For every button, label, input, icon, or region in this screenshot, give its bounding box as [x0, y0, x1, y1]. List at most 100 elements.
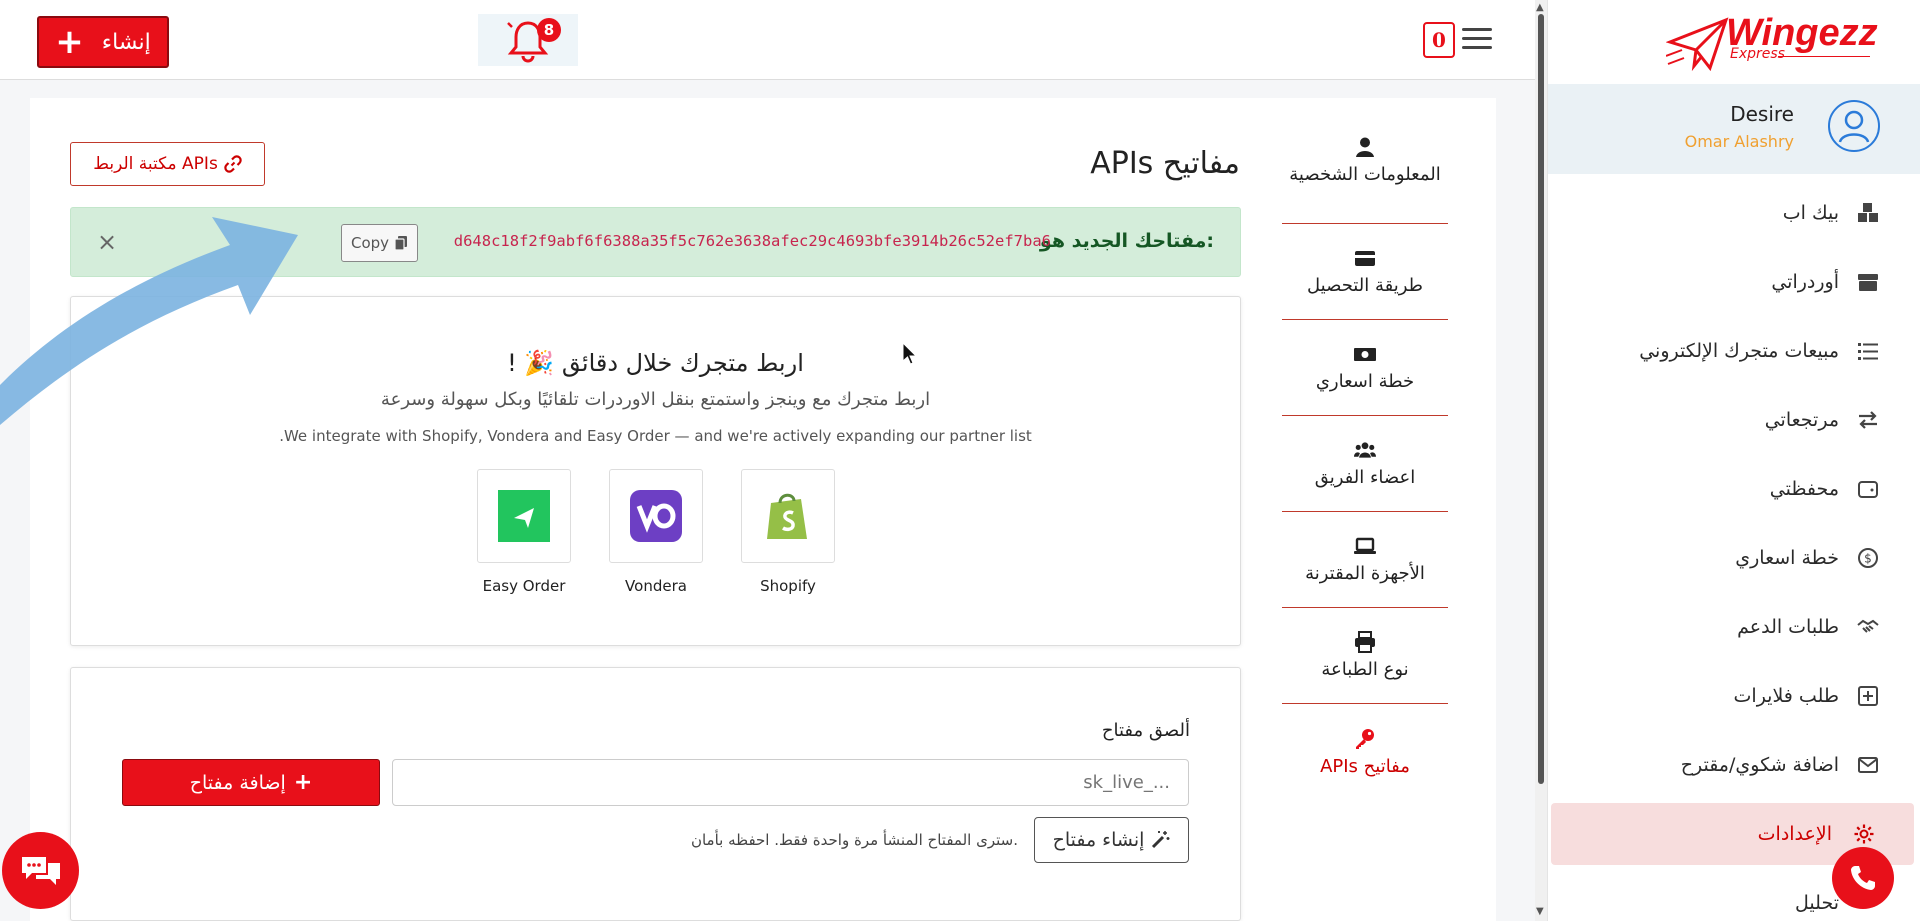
phone-icon: [1851, 866, 1875, 890]
page-title: APIs مفاتيح: [1090, 146, 1240, 181]
copy-button-label: Copy: [350, 234, 390, 252]
sidebar-item-pickup[interactable]: بيك اب: [1548, 178, 1920, 247]
new-key-alert-label: مفتاحك الجديد هو:: [1039, 230, 1214, 252]
settings-item-label: طريقة التحصيل: [1307, 275, 1423, 296]
laptop-icon: [1354, 537, 1376, 554]
settings-item-label: اعضاء الفريق: [1314, 467, 1416, 488]
sidebar-item-wallet[interactable]: محفظتي: [1548, 454, 1920, 523]
sidebar-item-label: مرتجعاتي: [1764, 408, 1839, 431]
partner-name: Easy Order: [482, 577, 566, 595]
api-library-button[interactable]: مكتبة الربط APIs: [70, 142, 265, 186]
generate-key-button[interactable]: إنشاء مفتاح: [1034, 817, 1189, 863]
sidebar-item-label: بيك اب: [1782, 201, 1839, 224]
sidebar-item-label: محفظتي: [1769, 477, 1839, 500]
scroll-up-icon[interactable]: ▲: [1536, 2, 1544, 13]
add-key-button[interactable]: إضافة مفتاح +: [122, 759, 380, 806]
mouse-cursor-icon: [902, 342, 918, 365]
partner-easy-order[interactable]: Easy Order: [477, 469, 571, 595]
decorative-arrow: [0, 217, 298, 425]
settings-item-label: نوع الطباعة: [1321, 659, 1409, 680]
notification-count-badge: 8: [537, 18, 561, 42]
user-subtitle: Omar Alashry: [1684, 132, 1794, 151]
settings-item-personal-info[interactable]: المعلومات الشخصية: [1282, 98, 1448, 224]
user-profile[interactable]: Desire Omar Alashry: [1548, 84, 1920, 174]
boxes-icon: [1858, 203, 1878, 222]
call-button[interactable]: [1832, 847, 1894, 909]
settings-item-api-keys[interactable]: APIs مفاتيح: [1282, 704, 1448, 800]
api-key-input[interactable]: [392, 759, 1189, 806]
vondera-icon: [630, 490, 682, 542]
handshake-icon: [1857, 619, 1879, 633]
svg-text:$: $: [1864, 552, 1872, 566]
chat-icon: [21, 856, 60, 885]
sidebar-item-store-sales[interactable]: مبيعات متجرك الإلكتروني: [1548, 316, 1920, 385]
cart-count-badge[interactable]: 0: [1423, 22, 1455, 58]
wallet-icon: [1858, 481, 1878, 498]
dollar-circle-icon: $: [1858, 548, 1878, 568]
sidebar-item-label: أوردراتي: [1771, 270, 1839, 293]
copy-key-button[interactable]: Copy: [341, 224, 418, 262]
generate-key-button-label: إنشاء مفتاح: [1052, 829, 1145, 851]
add-key-button-label: إضافة مفتاح: [189, 771, 286, 794]
plus-icon: +: [293, 770, 313, 795]
settings-item-label: خطة اسعاري: [1315, 371, 1415, 392]
logo[interactable]: Wingezz Express: [1628, 10, 1888, 74]
paste-key-label: ألصق مفتاح: [1101, 720, 1190, 741]
users-icon: [1354, 442, 1376, 458]
sidebar-item-returns[interactable]: مرتجعاتي: [1548, 385, 1920, 454]
copy-icon: [394, 236, 408, 251]
top-bar: + إنشاء 8 0: [0, 0, 1535, 80]
scroll-down-icon[interactable]: ▼: [1536, 906, 1544, 917]
shopify-logo: [741, 469, 835, 563]
sidebar-item-label: طلب فلايرات: [1733, 684, 1839, 707]
menu-toggle-icon[interactable]: [1462, 24, 1492, 54]
create-button[interactable]: + إنشاء: [37, 16, 169, 68]
settings-item-team-members[interactable]: اعضاء الفريق: [1282, 416, 1448, 512]
sidebar-item-orders[interactable]: أوردراتي: [1548, 247, 1920, 316]
easy-order-logo: [477, 469, 571, 563]
plus-icon: +: [55, 22, 84, 62]
sidebar-item-complaints[interactable]: اضافة شكوي/مقترح: [1548, 730, 1920, 799]
settings-menu: المعلومات الشخصية طريقة التحصيل خطة اسعا…: [1282, 98, 1448, 800]
easy-order-icon: [498, 490, 550, 542]
generate-key-note: سترى المفتاح المنشأ مرة واحدة فقط. احفظه…: [690, 831, 1018, 849]
user-avatar-icon: [1838, 110, 1870, 143]
chat-button[interactable]: [2, 832, 79, 909]
sidebar-nav: بيك اب أوردراتي مبيعات متجرك الإلكتروني …: [1548, 178, 1920, 921]
key-icon: [1356, 728, 1374, 749]
partner-vondera[interactable]: Vondera: [609, 469, 703, 595]
settings-item-label: APIs مفاتيح: [1320, 755, 1410, 777]
settings-item-print-type[interactable]: نوع الطباعة: [1282, 608, 1448, 704]
settings-item-paired-devices[interactable]: الأجهزة المقترنة: [1282, 512, 1448, 608]
sidebar-item-flyers[interactable]: طلب فلايرات: [1548, 661, 1920, 730]
money-bill-icon: [1354, 348, 1376, 361]
gear-icon: [1854, 824, 1874, 844]
sidebar-item-label: خطة اسعاري: [1735, 546, 1839, 569]
magic-wand-icon: [1152, 831, 1170, 849]
paper-plane-logo-icon: [1666, 17, 1729, 72]
sidebar-item-label: طلبات الدعم: [1737, 615, 1839, 638]
sidebar-item-pricing-plan[interactable]: $ خطة اسعاري: [1548, 523, 1920, 592]
new-api-key-value[interactable]: d648c18f2f9abf6f6388a35f5c762e3638afec29…: [454, 232, 1051, 250]
box-icon: [1858, 274, 1878, 291]
shopify-icon: [767, 493, 807, 539]
notifications-button[interactable]: 8: [478, 14, 578, 66]
settings-item-collection-method[interactable]: طريقة التحصيل: [1282, 224, 1448, 320]
exchange-icon: [1859, 411, 1877, 429]
sidebar: Wingezz Express Desire Omar Alashry بيك …: [1547, 0, 1920, 921]
sidebar-item-support[interactable]: طلبات الدعم: [1548, 592, 1920, 661]
logo-subtext: Express: [1730, 46, 1785, 62]
api-library-button-label: مكتبة الربط APIs: [93, 154, 218, 174]
link-icon: [224, 155, 242, 173]
avatar: [1828, 100, 1880, 152]
plus-square-icon: [1858, 686, 1878, 706]
sidebar-item-label: اضافة شكوي/مقترح: [1680, 753, 1839, 776]
user-name: Desire: [1730, 102, 1794, 126]
scrollbar-thumb[interactable]: [1538, 14, 1544, 784]
partner-name: Shopify: [760, 577, 816, 595]
printer-icon: [1355, 631, 1375, 653]
page-scrollbar[interactable]: ▲ ▼: [1535, 0, 1547, 921]
settings-item-pricing-plan[interactable]: خطة اسعاري: [1282, 320, 1448, 416]
partner-shopify[interactable]: Shopify: [741, 469, 835, 595]
sidebar-item-label: مبيعات متجرك الإلكتروني: [1639, 339, 1839, 362]
